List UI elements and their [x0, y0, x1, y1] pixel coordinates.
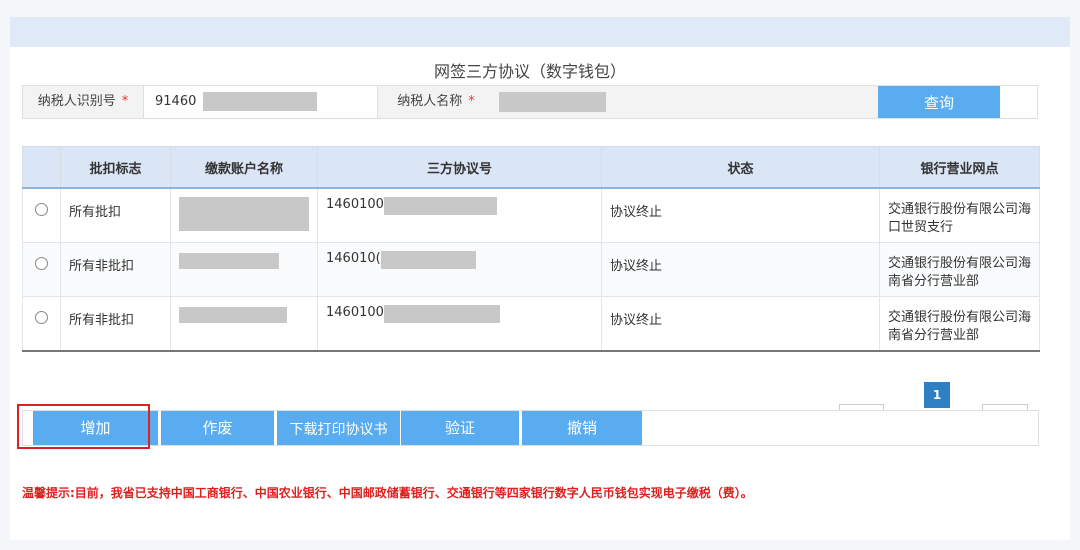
agreement-no-cell: 1460100: [317, 187, 602, 243]
taxpayer-name-field[interactable]: [494, 86, 878, 118]
search-bar: 纳税人识别号 * 91460 纳税人名称 * 查询: [22, 85, 1038, 119]
taxpayer-id-value: 91460: [155, 94, 197, 109]
redacted-mask: [499, 91, 606, 112]
redacted-mask: [202, 92, 317, 111]
col-select: [22, 146, 61, 189]
redacted-mask: [179, 253, 279, 269]
redacted-mask: [383, 305, 500, 323]
warning-notice: 温馨提示:目前，我省已支持中国工商银行、中国农业银行、中国邮政储蓄银行、交通银行…: [22, 486, 753, 500]
status-cell: 协议终止: [601, 242, 880, 297]
redacted-mask: [179, 197, 309, 231]
agreement-table: 批扣标志 缴款账户名称 三方协议号 状态 银行营业网点 所有批扣 1460100…: [22, 146, 1040, 352]
col-flag: 批扣标志: [60, 146, 171, 189]
page-title: 网签三方协议（数字钱包）: [433, 62, 626, 81]
row-radio[interactable]: [35, 257, 48, 270]
redacted-mask: [179, 307, 287, 323]
branch-cell: 交通银行股份有限公司海口世贸支行: [879, 187, 1040, 243]
required-mark: *: [468, 94, 475, 109]
col-branch: 银行营业网点: [879, 146, 1040, 189]
redacted-mask: [380, 251, 476, 269]
row-radio[interactable]: [35, 203, 48, 216]
current-page-button[interactable]: 1: [924, 382, 950, 408]
flag-cell: 所有非批扣: [60, 296, 171, 352]
table-row[interactable]: 所有批扣 1460100 协议终止 交通银行股份有限公司海口世贸支行: [22, 187, 1040, 243]
branch-cell: 交通银行股份有限公司海南省分行营业部: [879, 296, 1040, 352]
taxpayer-id-label: 纳税人识别号 *: [23, 86, 144, 118]
redacted-mask: [383, 197, 497, 215]
download-agreement-button[interactable]: 下载打印协议书: [277, 411, 400, 445]
status-cell: 协议终止: [601, 296, 880, 352]
table-header-row: 批扣标志 缴款账户名称 三方协议号 状态 银行营业网点: [22, 146, 1040, 189]
table-row[interactable]: 所有非批扣 1460100 协议终止 交通银行股份有限公司海南省分行营业部: [22, 296, 1040, 352]
top-band: [10, 17, 1070, 47]
branch-cell: 交通银行股份有限公司海南省分行营业部: [879, 242, 1040, 297]
agreement-no-cell: 146010(: [317, 242, 602, 297]
flag-cell: 所有非批扣: [60, 242, 171, 297]
table-row[interactable]: 所有非批扣 146010( 协议终止 交通银行股份有限公司海南省分行营业部: [22, 242, 1040, 297]
taxpayer-name-label: 纳税人名称 *: [377, 86, 495, 118]
flag-cell: 所有批扣: [60, 187, 171, 243]
taxpayer-id-field[interactable]: 91460: [155, 86, 377, 118]
required-mark: *: [121, 94, 129, 109]
verify-button[interactable]: 验证: [401, 411, 519, 445]
agreement-no-cell: 1460100: [317, 296, 602, 352]
col-account-name: 缴款账户名称: [170, 146, 318, 189]
action-bar: 增加 作废 下载打印协议书 验证 撤销: [22, 410, 1039, 446]
highlight-box: [17, 404, 150, 449]
status-cell: 协议终止: [601, 187, 880, 243]
revoke-button[interactable]: 撤销: [522, 411, 642, 445]
col-status: 状态: [601, 146, 880, 189]
col-agreement-no: 三方协议号: [317, 146, 602, 189]
row-radio[interactable]: [35, 311, 48, 324]
void-button[interactable]: 作废: [161, 411, 274, 445]
query-button[interactable]: 查询: [878, 86, 1000, 118]
